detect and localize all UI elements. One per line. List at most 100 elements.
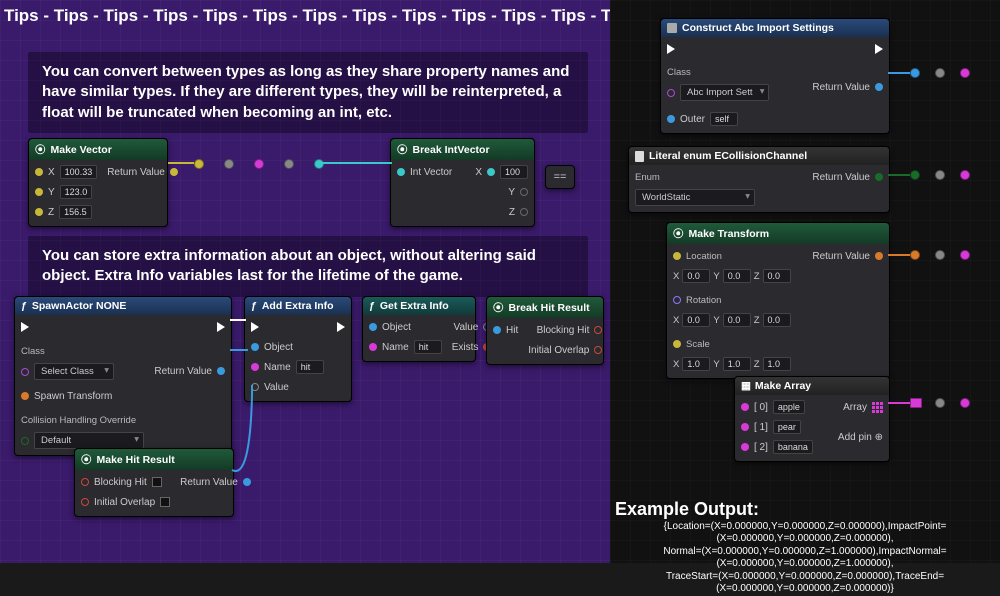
- right-graph-panel[interactable]: Construct Abc Import Settings Class Abc …: [610, 0, 1000, 563]
- reroute-2[interactable]: [224, 159, 234, 169]
- pin-name[interactable]: [369, 343, 377, 351]
- node-get-extra-info[interactable]: ƒGet Extra Info Object Namehit Value Exi…: [362, 296, 476, 362]
- pin-in[interactable]: [397, 168, 405, 176]
- exec-out[interactable]: [217, 322, 225, 332]
- pin-class[interactable]: [667, 89, 675, 97]
- pin-out-y[interactable]: [520, 188, 528, 196]
- class-dropdown[interactable]: Abc Import Sett: [680, 84, 769, 101]
- pin-blocking[interactable]: [594, 326, 602, 334]
- pin-value[interactable]: [251, 383, 259, 391]
- node-make-transform[interactable]: ⦿Make Transform Location X0.0Y0.0Z0.0 Ro…: [666, 222, 890, 379]
- input-name[interactable]: hit: [414, 340, 442, 354]
- input-item-0[interactable]: apple: [773, 400, 805, 414]
- node-add-extra-info[interactable]: ƒAdd Extra Info Object Namehit Value: [244, 296, 352, 402]
- left-graph-panel[interactable]: Tips - Tips - Tips - Tips - Tips - Tips …: [0, 0, 610, 563]
- node-header: Literal enum ECollisionChannel: [629, 147, 889, 165]
- pin-name[interactable]: [251, 363, 259, 371]
- input-rot-x[interactable]: 0.0: [682, 313, 710, 327]
- pin-location[interactable]: [673, 252, 681, 260]
- pin-return[interactable]: [243, 478, 251, 486]
- input-item-1[interactable]: pear: [773, 420, 801, 434]
- pin-z[interactable]: [35, 208, 43, 216]
- pin-transform[interactable]: [21, 392, 29, 400]
- node-header: ƒGet Extra Info: [363, 297, 475, 315]
- reroute-r6[interactable]: [960, 170, 970, 180]
- collision-dropdown[interactable]: Default: [34, 432, 144, 449]
- reroute-r12[interactable]: [960, 398, 970, 408]
- pin-out-z[interactable]: [520, 208, 528, 216]
- node-equals[interactable]: ==: [545, 165, 575, 189]
- exec-out[interactable]: [875, 44, 883, 54]
- input-rot-z[interactable]: 0.0: [763, 313, 791, 327]
- exec-in[interactable]: [251, 322, 259, 332]
- reroute-r9[interactable]: [960, 250, 970, 260]
- pin-initial[interactable]: [81, 498, 89, 506]
- reroute-4[interactable]: [284, 159, 294, 169]
- pin-initial[interactable]: [594, 346, 602, 354]
- node-spawn-actor[interactable]: ƒSpawnActor NONE Class Select Class Spaw…: [14, 296, 232, 456]
- input-x[interactable]: 100.33: [60, 165, 98, 179]
- reroute-r4[interactable]: [910, 170, 920, 180]
- pin-return[interactable]: [875, 252, 883, 260]
- pin-scale[interactable]: [673, 340, 681, 348]
- reroute-5[interactable]: [314, 159, 324, 169]
- reroute-r10[interactable]: [910, 398, 922, 408]
- input-scale-x[interactable]: 1.0: [682, 357, 710, 371]
- add-pin-button[interactable]: Add pin ⊕: [838, 432, 883, 443]
- pin-item-2[interactable]: [741, 443, 749, 451]
- pin-y[interactable]: [35, 188, 43, 196]
- reroute-r5[interactable]: [935, 170, 945, 180]
- input-item-2[interactable]: banana: [773, 440, 813, 454]
- node-make-array[interactable]: ▦Make Array [ 0]apple [ 1]pear [ 2]banan…: [734, 376, 890, 462]
- exec-in[interactable]: [667, 44, 675, 54]
- pin-rotation[interactable]: [673, 296, 681, 304]
- input-name[interactable]: hit: [296, 360, 324, 374]
- input-z[interactable]: 156.5: [59, 205, 92, 219]
- pin-item-0[interactable]: [741, 403, 749, 411]
- input-scale-z[interactable]: 1.0: [763, 357, 791, 371]
- class-dropdown[interactable]: Select Class: [34, 363, 114, 380]
- enum-dropdown[interactable]: WorldStatic: [635, 189, 755, 206]
- reroute-1[interactable]: [194, 159, 204, 169]
- node-make-hit-result[interactable]: ⦿Make Hit Result Blocking Hit Initial Ov…: [74, 448, 234, 517]
- reroute-3[interactable]: [254, 159, 264, 169]
- pin-return[interactable]: [875, 83, 883, 91]
- pin-out-x[interactable]: [487, 168, 495, 176]
- reroute-r7[interactable]: [910, 250, 920, 260]
- input-y[interactable]: 123.0: [60, 185, 93, 199]
- pin-blocking[interactable]: [81, 478, 89, 486]
- pin-object[interactable]: [369, 323, 377, 331]
- reroute-r1[interactable]: [910, 68, 920, 78]
- pin-return[interactable]: [170, 168, 178, 176]
- pin-return[interactable]: [875, 173, 883, 181]
- node-construct-abc[interactable]: Construct Abc Import Settings Class Abc …: [660, 18, 890, 134]
- input-loc-z[interactable]: 0.0: [763, 269, 791, 283]
- pin-object[interactable]: [251, 343, 259, 351]
- pin-class[interactable]: [21, 368, 29, 376]
- input-loc-y[interactable]: 0.0: [723, 269, 751, 283]
- checkbox-blocking[interactable]: [152, 477, 162, 487]
- pin-outer[interactable]: [667, 115, 675, 123]
- reroute-r8[interactable]: [935, 250, 945, 260]
- pin-array-out[interactable]: [872, 402, 883, 413]
- reroute-r11[interactable]: [935, 398, 945, 408]
- pin-return[interactable]: [217, 367, 225, 375]
- reroute-r3[interactable]: [960, 68, 970, 78]
- reroute-r2[interactable]: [935, 68, 945, 78]
- pin-collision[interactable]: [21, 437, 29, 445]
- exec-in[interactable]: [21, 322, 29, 332]
- struct-icon: ⦿: [493, 300, 504, 315]
- pin-hit[interactable]: [493, 326, 501, 334]
- exec-out[interactable]: [337, 322, 345, 332]
- node-break-hit-result[interactable]: ⦿Break Hit Result Hit Blocking Hit Initi…: [486, 296, 604, 365]
- input-rot-y[interactable]: 0.0: [723, 313, 751, 327]
- node-literal-enum[interactable]: Literal enum ECollisionChannel Enum Worl…: [628, 146, 890, 213]
- input-scale-y[interactable]: 1.0: [723, 357, 751, 371]
- pin-x[interactable]: [35, 168, 43, 176]
- input-outer[interactable]: self: [710, 112, 738, 126]
- node-break-intvector[interactable]: ⦿Break IntVector Int Vector X100 Y Z: [390, 138, 535, 227]
- node-make-vector[interactable]: ⦿Make Vector X100.33 Y123.0 Z156.5 Retur…: [28, 138, 168, 227]
- checkbox-initial[interactable]: [160, 497, 170, 507]
- pin-item-1[interactable]: [741, 423, 749, 431]
- input-loc-x[interactable]: 0.0: [682, 269, 710, 283]
